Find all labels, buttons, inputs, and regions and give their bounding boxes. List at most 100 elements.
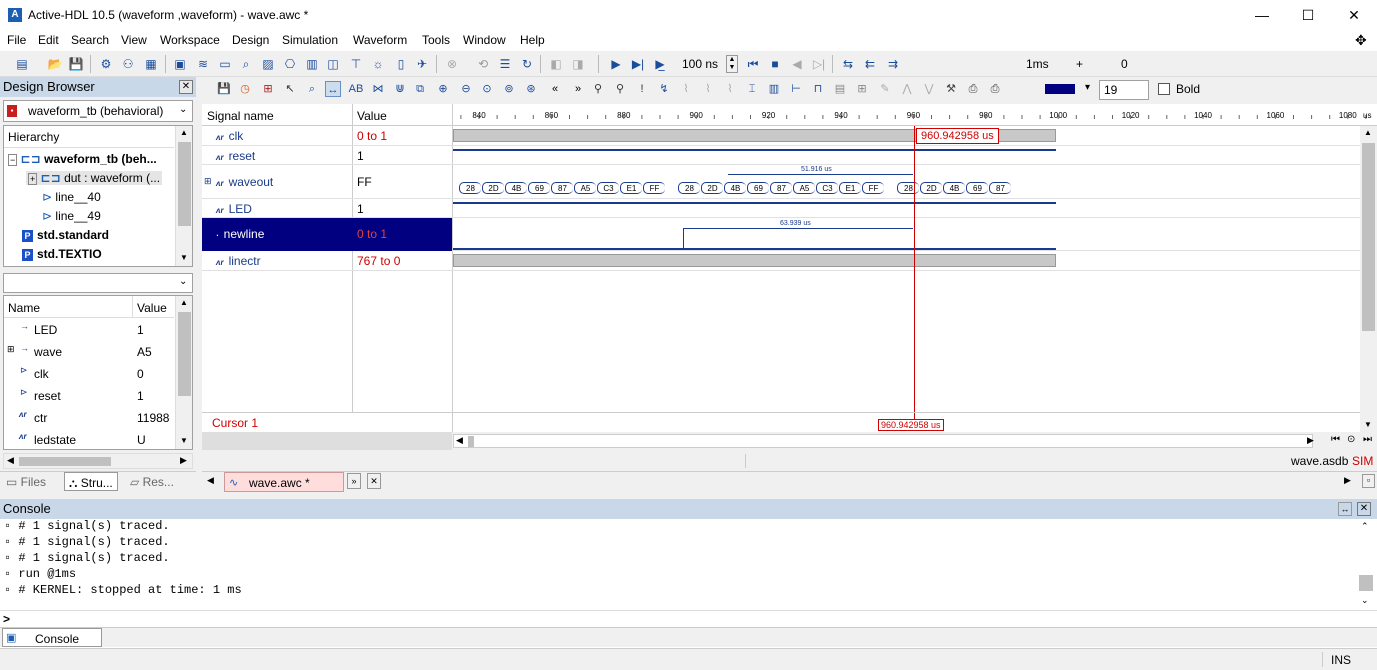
text-icon[interactable]: AB — [348, 81, 364, 97]
grid-icon[interactable]: ▦ — [143, 56, 159, 72]
run-icon[interactable]: ▶ — [608, 56, 624, 72]
font-size-field[interactable]: 19 — [1099, 80, 1149, 100]
clear-breakpoints-icon[interactable]: ⇉ — [885, 56, 901, 72]
restore-icon[interactable]: ▫ — [1362, 474, 1375, 488]
pointer-icon[interactable]: ↖ — [282, 81, 298, 97]
open-icon[interactable]: 📂 — [47, 56, 63, 72]
column-value[interactable]: Value — [357, 109, 387, 123]
next-edge-icon[interactable]: » — [570, 81, 586, 97]
design-select[interactable]: ▪ waveform_tb (behavioral) ⌄ — [3, 100, 193, 122]
prev-edge-icon[interactable]: « — [547, 81, 563, 97]
stack-icon[interactable]: ☰ — [497, 56, 513, 72]
tabs-right-icon[interactable]: ▶ — [1344, 475, 1351, 486]
signal-row-waveout[interactable]: ⊞ ʌr waveout FF 51.916 us 28 2D 4B 69 87 A5 C3 E… — [202, 165, 1360, 199]
scroll-down-icon[interactable]: ▼ — [180, 436, 188, 445]
cursor-line[interactable] — [914, 126, 915, 412]
tree-item-waveform-tb[interactable]: − ⊏⊐ waveform_tb (beh... — [8, 152, 157, 166]
tree-item-line49[interactable]: ⊳ line__49 — [42, 209, 101, 223]
minimize-button[interactable]: — — [1239, 0, 1285, 31]
stop-icon[interactable]: ⊗ — [444, 56, 460, 72]
tabs-left-icon[interactable]: ◀ — [207, 475, 214, 486]
fit-icon[interactable]: ⊙ — [1347, 434, 1355, 445]
list-item[interactable]: ⊳ clk 0 — [4, 362, 174, 384]
compile-icon[interactable]: ▣ — [172, 56, 188, 72]
console-close-icon[interactable]: ✕ — [1357, 502, 1371, 516]
pin-icon[interactable]: ↔ — [1338, 502, 1352, 516]
zoom-area-icon[interactable]: ⊛ — [523, 81, 539, 97]
print-icon[interactable]: ⎙ — [987, 81, 1003, 97]
tab-resources[interactable]: ▱ Res... — [130, 475, 174, 489]
menu-help[interactable]: Help — [520, 33, 545, 47]
save-icon[interactable]: 💾 — [68, 56, 84, 72]
hierarchy-icon[interactable]: ⚙ — [98, 56, 114, 72]
tab-console[interactable]: ▣ Console — [2, 628, 102, 647]
break-icon[interactable]: ⟲ — [475, 56, 491, 72]
maximize-button[interactable]: ☐ — [1285, 0, 1331, 31]
collapse-icon[interactable]: − — [8, 154, 18, 166]
save-icon[interactable]: 💾 — [216, 81, 232, 97]
offset-field[interactable]: 0 — [1121, 57, 1128, 71]
next-icon[interactable]: ▷| — [811, 56, 827, 72]
scroll-down-icon[interactable]: ⌄ — [1361, 595, 1369, 606]
breakpoint-icon[interactable]: ⇆ — [840, 56, 856, 72]
run-until-icon[interactable]: ▶̲ — [652, 56, 668, 72]
zoom-range-icon[interactable]: ⊚ — [501, 81, 517, 97]
hex-icon[interactable]: ▥ — [766, 81, 782, 97]
code-icon[interactable]: ▨ — [260, 56, 276, 72]
copy-icon[interactable]: ⧉ — [412, 81, 428, 97]
sim-step-field[interactable]: 100 ns — [682, 57, 718, 71]
signal-add-icon[interactable]: ⊞ — [260, 81, 276, 97]
expand-icon[interactable]: ⊞ — [7, 344, 15, 355]
document-icon[interactable]: ▯ — [393, 56, 409, 72]
scroll-thumb[interactable] — [178, 312, 191, 396]
restart-sim-icon[interactable]: ⏮ — [745, 56, 761, 72]
end-sim-icon[interactable]: ■ — [767, 56, 783, 72]
signal-row-reset[interactable]: ʌr reset 1 — [202, 146, 1360, 165]
last-page-icon[interactable]: ⏭ — [1363, 434, 1372, 445]
scroll-down-icon[interactable]: ▼ — [1364, 420, 1372, 429]
menu-workspace[interactable]: Workspace — [160, 33, 220, 47]
formula-icon[interactable]: ⌇ — [700, 81, 716, 97]
zoom-icon[interactable]: ⌕ — [304, 81, 320, 97]
scroll-thumb[interactable] — [1362, 143, 1375, 331]
tree-item-std-textio[interactable]: Pstd.TEXTIO — [22, 247, 102, 261]
expand-icon[interactable]: + — [28, 173, 38, 185]
signal-row-newline[interactable]: · newline 0 to 1 63.939 us — [202, 218, 1360, 251]
cursor-label[interactable]: Cursor 1 — [212, 416, 258, 430]
tree-item-line40[interactable]: ⊳ line__40 — [42, 190, 101, 204]
insert-icon[interactable]: ⌶ — [744, 81, 760, 97]
scroll-up-icon[interactable]: ▲ — [180, 128, 188, 137]
column-name[interactable]: Name — [8, 301, 40, 315]
bulb-icon[interactable]: ☼ — [370, 56, 386, 72]
tab-files[interactable]: ▭ Files — [6, 475, 46, 489]
signal-row-led[interactable]: ʌr LED 1 — [202, 199, 1360, 218]
tree-item-std-standard[interactable]: Pstd.standard — [22, 228, 109, 242]
scroll-left-icon[interactable]: ◀ — [7, 455, 14, 466]
tabs-more-icon[interactable]: » — [347, 473, 361, 489]
tab-close-icon[interactable]: ✕ — [367, 473, 381, 489]
waveform-icon[interactable]: ≋ — [195, 56, 211, 72]
menu-design[interactable]: Design — [232, 33, 269, 47]
chevron-down-icon[interactable]: ⌄ — [179, 104, 187, 115]
doc-search-icon[interactable]: ⎙ — [965, 81, 981, 97]
cursor-time-marker[interactable]: 960.942958 us — [878, 419, 944, 431]
diagram-icon[interactable]: ⎔ — [282, 56, 298, 72]
group-icon[interactable]: ⋓ — [392, 81, 408, 97]
zoom-in-icon[interactable]: ⊕ — [435, 81, 451, 97]
scroll-right-icon[interactable]: ▶ — [180, 455, 187, 466]
tools-icon[interactable]: ⚒ — [943, 81, 959, 97]
zoom-out-icon[interactable]: ⊖ — [458, 81, 474, 97]
cut-icon[interactable]: ⊞ — [854, 81, 870, 97]
list-item[interactable]: ʌr ctr 11988 — [4, 406, 174, 428]
prev-icon[interactable]: ◀ — [789, 56, 805, 72]
bold-checkbox[interactable] — [1158, 83, 1170, 95]
move-icon[interactable]: ✥ — [1355, 32, 1367, 49]
names-hscroll[interactable] — [202, 432, 452, 450]
time-hscroll[interactable]: ◀ ▶ — [453, 434, 1314, 448]
list-item[interactable]: ʌr ledstate U — [4, 428, 174, 450]
find-next-icon[interactable]: ⚲ — [612, 81, 628, 97]
list-item[interactable]: ⊞ → wave A5 — [4, 340, 174, 362]
color-swatch[interactable] — [1045, 84, 1075, 94]
library-icon[interactable]: ▥ — [304, 56, 320, 72]
column-signal-name[interactable]: Signal name — [207, 109, 274, 123]
